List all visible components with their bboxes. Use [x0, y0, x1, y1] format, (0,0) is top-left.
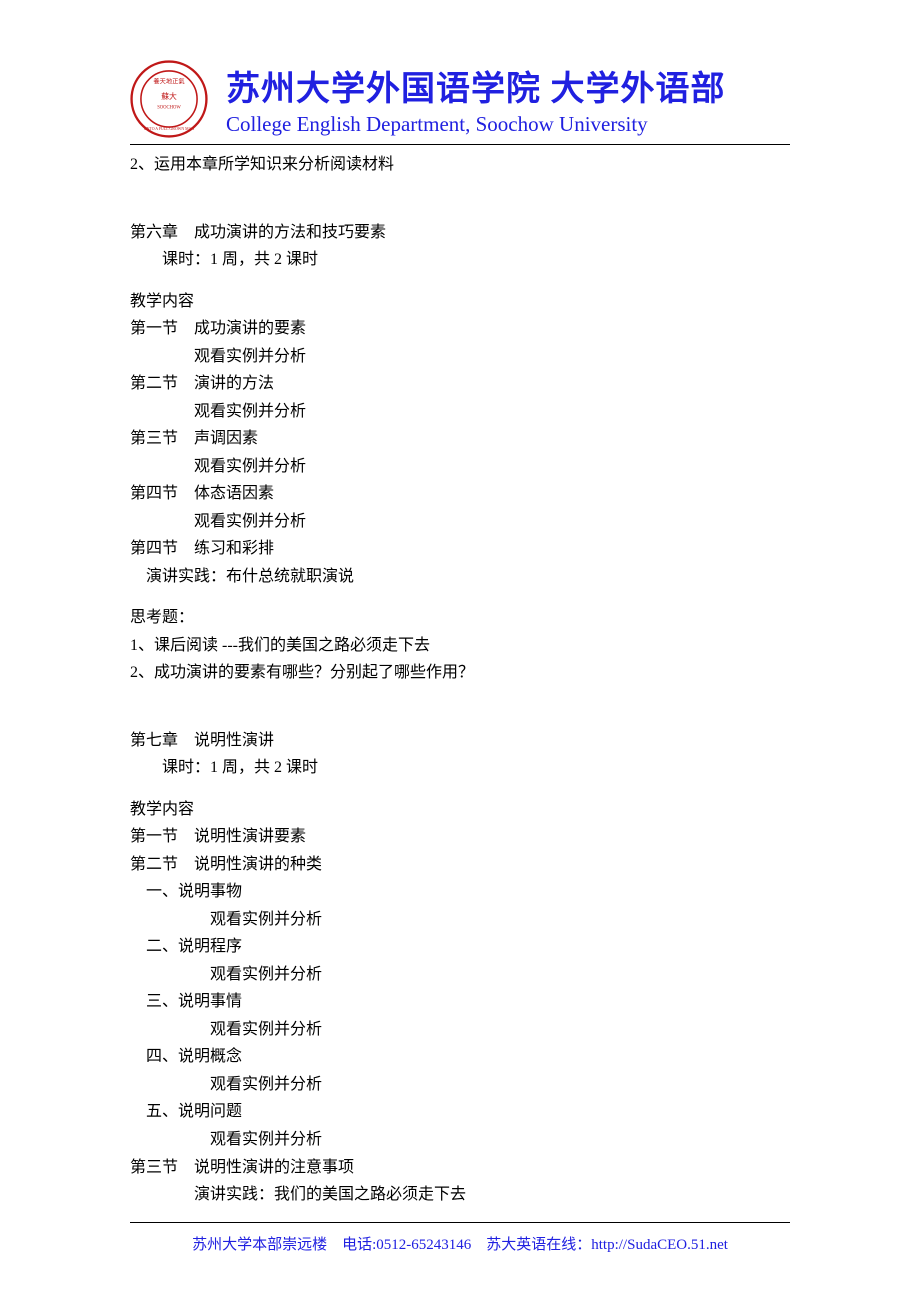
page-header: 養天地正氣 蘇大 SOOCHOW UNTO A FULL GROWN MAN 苏… — [130, 60, 790, 138]
section-label: 教学内容 — [130, 796, 790, 824]
header-title-en: College English Department, Soochow Univ… — [226, 112, 790, 137]
text-line: 观看实例并分析 — [130, 1126, 790, 1154]
text-line: 第四节 练习和彩排 — [130, 535, 790, 563]
text-line: 观看实例并分析 — [130, 398, 790, 426]
text-line: 二、说明程序 — [130, 933, 790, 961]
text-line: 观看实例并分析 — [130, 1016, 790, 1044]
chapter-title: 第七章 说明性演讲 — [130, 727, 790, 755]
svg-text:UNTO A FULL GROWN MAN: UNTO A FULL GROWN MAN — [144, 127, 195, 131]
text-line: 四、说明概念 — [130, 1043, 790, 1071]
header-title-cn: 苏州大学外国语学院 大学外语部 — [226, 61, 790, 110]
footer-site-label: 苏大英语在线： — [486, 1237, 591, 1253]
text-line: 第二节 演讲的方法 — [130, 370, 790, 398]
text-line: 演讲实践：我们的美国之路必须走下去 — [130, 1181, 790, 1209]
text-line: 观看实例并分析 — [130, 453, 790, 481]
text-line: 第一节 说明性演讲要素 — [130, 823, 790, 851]
svg-text:養天地正氣: 養天地正氣 — [153, 77, 184, 85]
text-line: 第三节 声调因素 — [130, 425, 790, 453]
text-line: 2、成功演讲的要素有哪些？分别起了哪些作用？ — [130, 659, 790, 687]
text-line: 三、说明事情 — [130, 988, 790, 1016]
chapter-title: 第六章 成功演讲的方法和技巧要素 — [130, 219, 790, 247]
text-line: 课时：1 周，共 2 课时 — [130, 246, 790, 274]
header-divider — [130, 144, 790, 145]
text-line: 第二节 说明性演讲的种类 — [130, 851, 790, 879]
text-line: 1、课后阅读 ---我们的美国之路必须走下去 — [130, 632, 790, 660]
footer-tel: 0512-65243146 — [376, 1237, 471, 1253]
text-line: 观看实例并分析 — [130, 961, 790, 989]
footer-site-link[interactable]: http://SudaCEO.51.net — [591, 1237, 728, 1253]
text-line: 一、说明事物 — [130, 878, 790, 906]
document-body: 2、运用本章所学知识来分析阅读材料 第六章 成功演讲的方法和技巧要素 课时：1 … — [130, 151, 790, 1209]
svg-text:蘇大: 蘇大 — [161, 91, 177, 101]
text-line: 五、说明问题 — [130, 1098, 790, 1126]
section-label: 教学内容 — [130, 288, 790, 316]
text-line: 2、运用本章所学知识来分析阅读材料 — [130, 151, 790, 179]
text-line: 第三节 说明性演讲的注意事项 — [130, 1154, 790, 1182]
footer-divider — [130, 1222, 790, 1223]
university-seal-icon: 養天地正氣 蘇大 SOOCHOW UNTO A FULL GROWN MAN — [130, 60, 208, 138]
text-line: 课时：1 周，共 2 课时 — [130, 754, 790, 782]
text-line: 演讲实践：布什总统就职演说 — [130, 563, 790, 591]
text-line: 观看实例并分析 — [130, 1071, 790, 1099]
page-footer: 苏州大学本部崇远楼 电话:0512-65243146 苏大英语在线：http:/… — [130, 1216, 790, 1254]
text-line: 第四节 体态语因素 — [130, 480, 790, 508]
text-line: 第一节 成功演讲的要素 — [130, 315, 790, 343]
footer-tel-label: 电话: — [342, 1237, 376, 1253]
text-line: 观看实例并分析 — [130, 508, 790, 536]
footer-address: 苏州大学本部崇远楼 — [192, 1237, 327, 1253]
section-label: 思考题： — [130, 604, 790, 632]
text-line: 观看实例并分析 — [130, 906, 790, 934]
text-line: 观看实例并分析 — [130, 343, 790, 371]
svg-text:SOOCHOW: SOOCHOW — [157, 105, 181, 110]
